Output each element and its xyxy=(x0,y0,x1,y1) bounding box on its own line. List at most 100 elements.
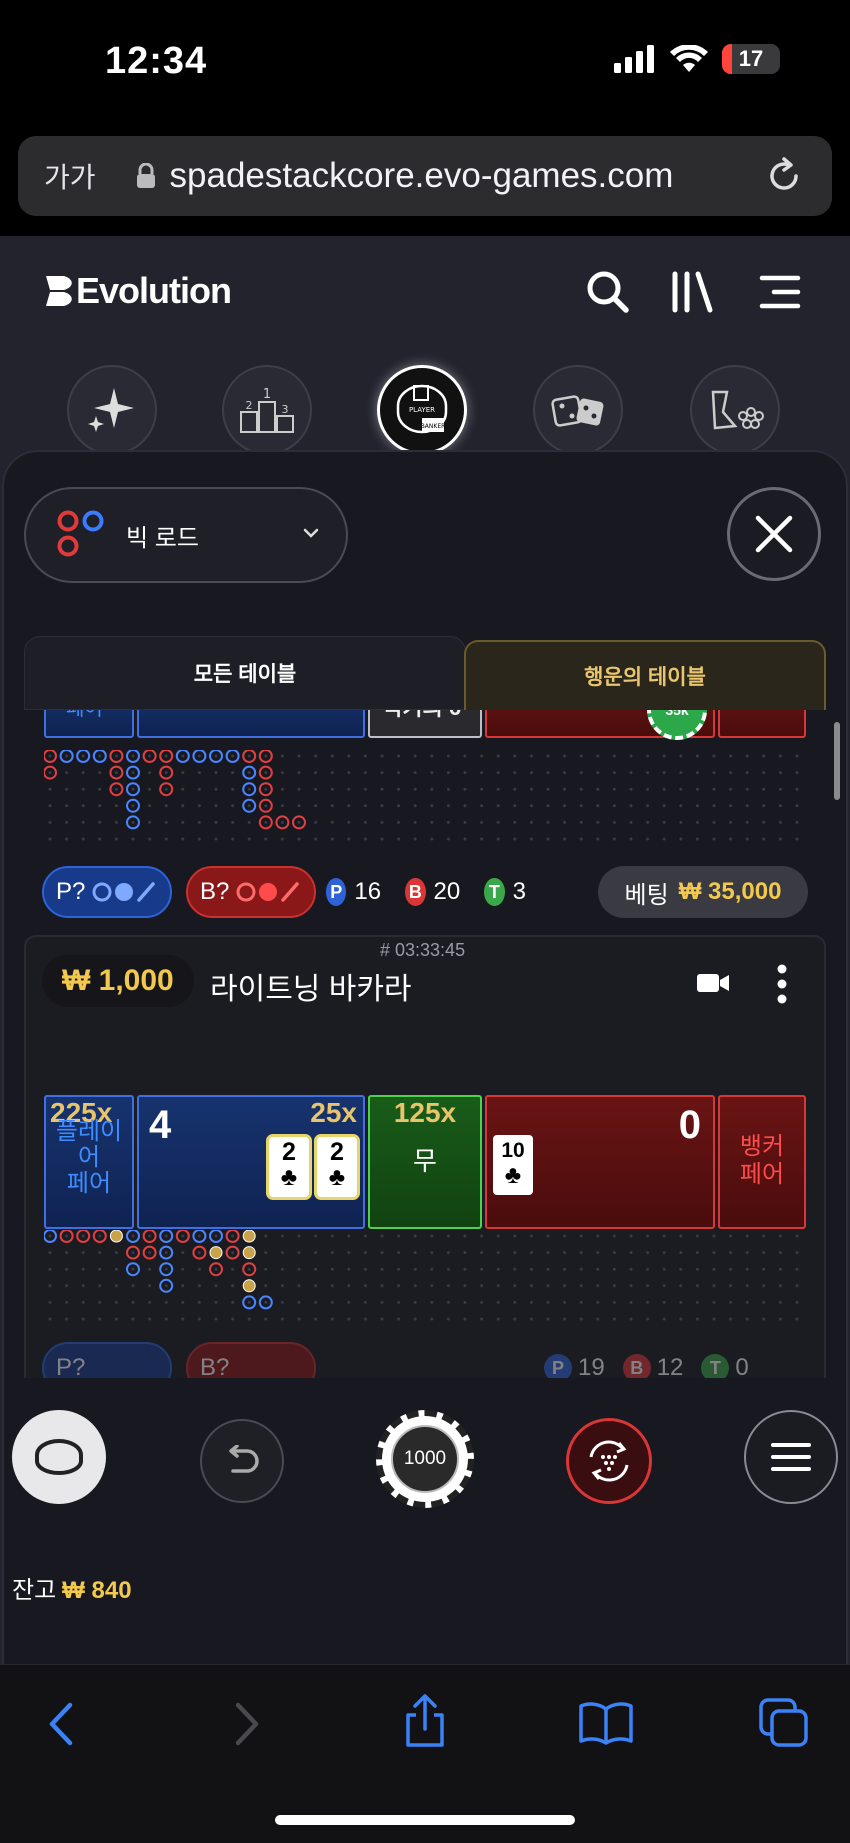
undo-icon xyxy=(229,1445,259,1473)
podium-icon: 1 2 3 xyxy=(240,387,294,433)
status-time: 12:34 xyxy=(105,40,208,82)
balance-amount: ₩ 840 xyxy=(62,1577,132,1604)
table1-player-pair-cell[interactable]: 페어 xyxy=(44,710,134,738)
table-view-icon xyxy=(35,1439,83,1475)
table1-stats: P 16 B 20 T 3 xyxy=(326,866,526,918)
banker-score: 0 xyxy=(678,1103,701,1147)
hamburger-icon xyxy=(771,1443,811,1471)
forward-icon[interactable] xyxy=(232,1701,262,1747)
table1-player-pair-label: 페어 xyxy=(66,710,103,721)
scrollbar[interactable] xyxy=(834,722,840,800)
table2-predict-player[interactable]: P? xyxy=(42,1342,172,1378)
banker-stat-icon: B xyxy=(622,1354,651,1378)
home-indicator xyxy=(275,1815,575,1825)
tie-stat-icon: T xyxy=(701,1354,730,1378)
category-featured[interactable] xyxy=(67,365,157,455)
table1-big-road xyxy=(44,750,799,841)
player-stat-icon: P xyxy=(544,1354,572,1378)
table1-predict-banker[interactable]: B? xyxy=(186,866,316,918)
chip-stack-icon xyxy=(711,390,764,430)
table2-name: 라이트닝 바카라 xyxy=(210,973,412,1006)
table1-bet-chip: 35k xyxy=(647,710,707,740)
table1-banker-pair-cell[interactable] xyxy=(718,710,806,738)
lock-icon xyxy=(136,163,155,188)
table2-banker-count: 12 xyxy=(656,1354,684,1378)
table1-banker-count: 20 xyxy=(433,878,461,905)
text-size-button[interactable]: 가가 xyxy=(44,156,96,196)
table1-banker-cell[interactable]: 35k xyxy=(485,710,715,740)
tie-stat-icon: T xyxy=(484,878,505,906)
video-icon[interactable] xyxy=(696,970,730,996)
svg-text:PLAYER: PLAYER xyxy=(409,406,435,414)
svg-text:3: 3 xyxy=(282,403,289,416)
bet-label: 베팅 xyxy=(624,881,669,909)
player-pair-label: 플레이 어 페어 xyxy=(55,1118,123,1197)
player-card-2: 2 ♣ xyxy=(317,1137,357,1197)
category-baccarat[interactable]: PLAYER BANKER xyxy=(377,365,467,455)
category-dice[interactable] xyxy=(533,365,623,455)
table1-player-count: 16 xyxy=(354,878,382,905)
chip-selector[interactable]: 1000 xyxy=(376,1410,474,1508)
tabs-icon[interactable] xyxy=(758,1697,810,1749)
tie-label: 무 xyxy=(413,1146,437,1176)
table-list[interactable]: 페어 럭키의 6 35k P? B? P 16 B 20 T 3 베팅 xyxy=(24,710,826,1378)
chevron-down-icon xyxy=(303,528,319,538)
table2-predict-banker[interactable]: B? xyxy=(186,1342,316,1378)
table2-stats: P 19 B 12 T 0 xyxy=(544,1342,804,1378)
balance: 잔고 ₩ 840 xyxy=(12,1570,132,1605)
road-view-dropdown[interactable]: 빅 로드 xyxy=(24,487,348,583)
category-game-shows[interactable] xyxy=(690,365,780,455)
baccarat-table-icon: PLAYER BANKER xyxy=(396,384,448,434)
player-stat-icon: P xyxy=(326,878,347,906)
more-options-icon[interactable] xyxy=(776,964,788,1004)
table2-big-road xyxy=(44,1230,799,1321)
category-top[interactable]: 1 2 3 xyxy=(222,365,312,455)
player-score: 4 xyxy=(149,1103,172,1147)
address-bar[interactable]: 가가 spadestackcore.evo-games.com xyxy=(18,136,832,216)
table2-min-bet: ₩ 1,000 xyxy=(42,955,194,1007)
svg-text:2: 2 xyxy=(246,399,253,412)
banker-card-1: 10 ♣ xyxy=(493,1135,533,1195)
library-icon[interactable] xyxy=(670,270,714,314)
auto-bet-button[interactable] xyxy=(566,1418,652,1504)
predict-banker-icons xyxy=(236,882,300,902)
lobby-view-button[interactable] xyxy=(12,1410,106,1504)
reload-icon[interactable] xyxy=(764,156,804,196)
banker-pair-label: 뱅커 페어 xyxy=(739,1133,785,1188)
share-icon[interactable] xyxy=(402,1693,448,1749)
table1-lucky6-cell[interactable]: 럭키의 6 xyxy=(368,710,482,738)
table2-player-count: 19 xyxy=(578,1354,605,1378)
tab-lucky-tables[interactable]: 행운의 테이블 xyxy=(464,640,826,710)
balance-label: 잔고 xyxy=(12,1577,57,1604)
table1-tie-count: 3 xyxy=(512,878,526,905)
tie-spot[interactable]: 125x 무 xyxy=(368,1095,482,1229)
close-button[interactable] xyxy=(727,487,821,581)
banker-pair-spot[interactable]: 뱅커 페어 xyxy=(718,1095,806,1229)
bet-amount: ₩ 35,000 xyxy=(678,878,782,905)
player-pair-spot[interactable]: 225x 플레이 어 페어 xyxy=(44,1095,134,1229)
undo-button[interactable] xyxy=(200,1419,284,1503)
bookmarks-icon[interactable] xyxy=(578,1699,634,1745)
battery-indicator: 17 xyxy=(722,44,780,74)
svg-text:1: 1 xyxy=(263,387,271,402)
tab-all-tables[interactable]: 모든 테이블 xyxy=(24,636,466,710)
back-icon[interactable] xyxy=(46,1701,76,1747)
table1-player-cell[interactable] xyxy=(137,710,365,738)
menu-icon[interactable] xyxy=(758,270,802,314)
status-icons: 17 xyxy=(614,44,780,74)
dice-icon xyxy=(551,395,604,427)
wifi-icon xyxy=(670,45,708,72)
player-multiplier: 25x xyxy=(310,1097,357,1128)
evolution-logo: Evolution xyxy=(44,270,232,312)
player-spot[interactable]: 4 25x 2 ♣ 2 ♣ xyxy=(137,1095,365,1229)
table2-tie-count: 0 xyxy=(735,1354,749,1378)
url-text[interactable]: spadestackcore.evo-games.com xyxy=(170,156,674,196)
signal-icon xyxy=(614,45,654,73)
banker-spot[interactable]: 0 10 ♣ xyxy=(485,1095,715,1229)
svg-text:BANKER: BANKER xyxy=(421,423,446,430)
search-icon[interactable] xyxy=(586,270,630,314)
banker-stat-icon: B xyxy=(405,878,426,906)
chip-value: 1000 xyxy=(391,1425,459,1493)
table1-predict-player[interactable]: P? xyxy=(42,866,172,918)
menu-button[interactable] xyxy=(744,1410,838,1504)
